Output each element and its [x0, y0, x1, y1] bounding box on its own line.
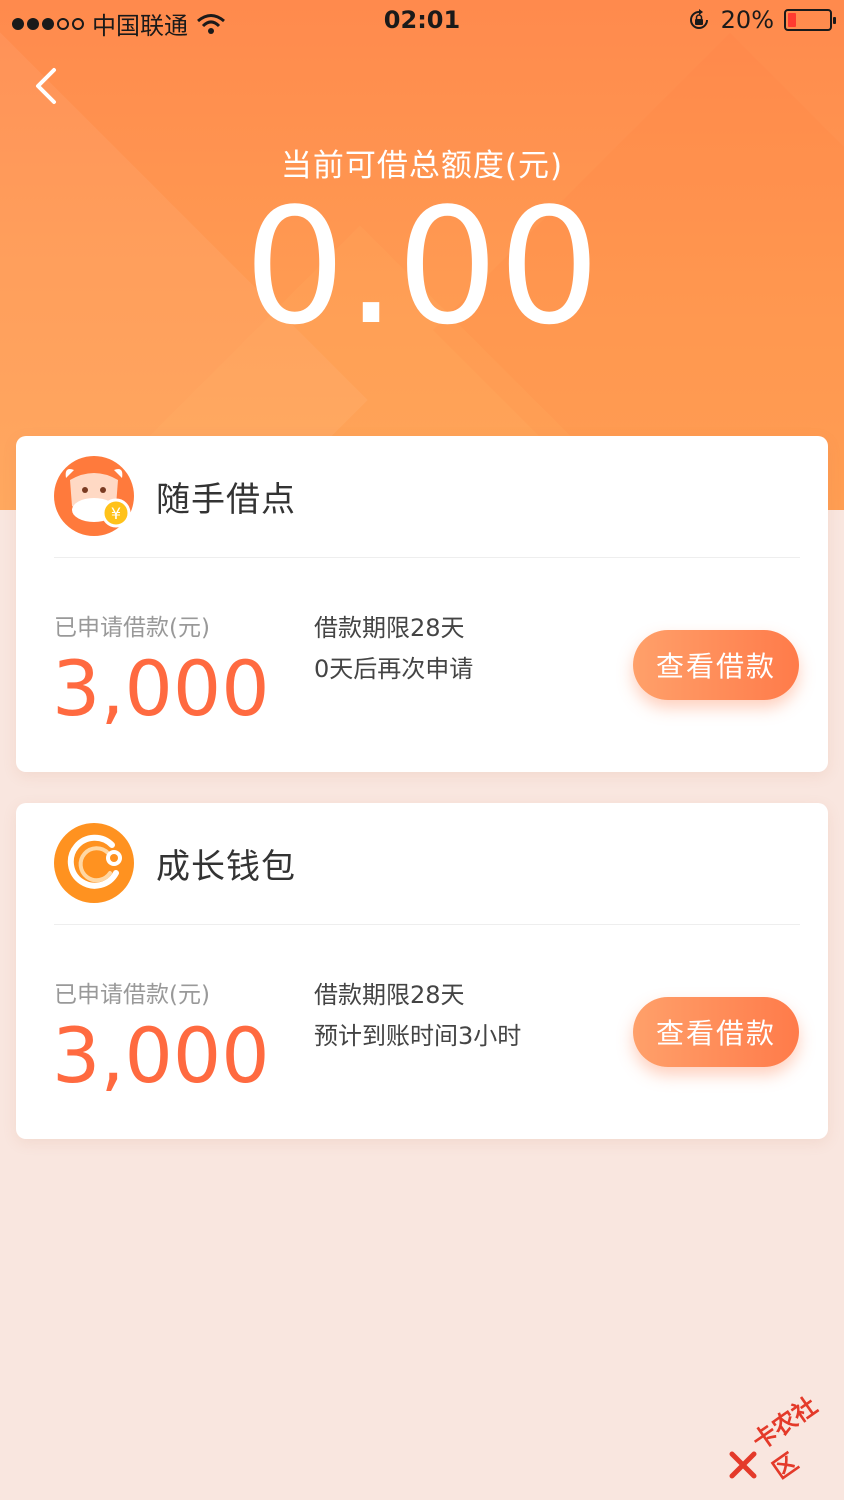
divider	[54, 924, 800, 925]
battery-level	[788, 13, 796, 27]
watermark-logo-icon	[729, 1451, 757, 1479]
orange-circle-swirl-icon	[54, 823, 134, 903]
battery-icon	[784, 9, 836, 31]
card-header: ¥ 随手借点	[54, 456, 296, 536]
cow-with-coin-icon: ¥	[54, 456, 134, 536]
applied-loan-amount: 3,000	[52, 644, 270, 733]
product-name: 随手借点	[156, 479, 296, 520]
status-bar: 中国联通 02:01 20%	[0, 0, 844, 44]
total-credit-amount: 0.00	[243, 173, 601, 360]
applied-loan-label: 已申请借款(元)	[54, 615, 210, 641]
community-watermark: 卡农社区	[724, 1392, 834, 1485]
loan-product-card: ¥ 随手借点 已申请借款(元) 3,000 借款期限28天 0天后再次申请 查看…	[16, 436, 828, 772]
back-arrow-icon[interactable]	[24, 58, 68, 114]
view-loan-button[interactable]: 查看借款	[633, 997, 799, 1067]
status-right: 20%	[687, 6, 836, 34]
product-name: 成长钱包	[156, 846, 296, 887]
card-header: 成长钱包	[54, 823, 296, 903]
applied-loan-amount: 3,000	[52, 1011, 270, 1100]
applied-loan-label: 已申请借款(元)	[54, 982, 210, 1008]
loan-term: 借款期限28天	[314, 981, 465, 1009]
rotation-lock-icon	[689, 9, 708, 29]
loan-term: 借款期限28天	[314, 614, 465, 642]
battery-percent: 20%	[720, 6, 774, 34]
view-loan-button[interactable]: 查看借款	[633, 630, 799, 700]
watermark-text: 卡农社区	[747, 1391, 823, 1485]
divider	[54, 557, 800, 558]
loan-note: 预计到账时间3小时	[314, 1022, 522, 1050]
svg-text:¥: ¥	[111, 504, 121, 523]
loan-note: 0天后再次申请	[314, 655, 474, 683]
loan-product-card: 成长钱包 已申请借款(元) 3,000 借款期限28天 预计到账时间3小时 查看…	[16, 803, 828, 1139]
